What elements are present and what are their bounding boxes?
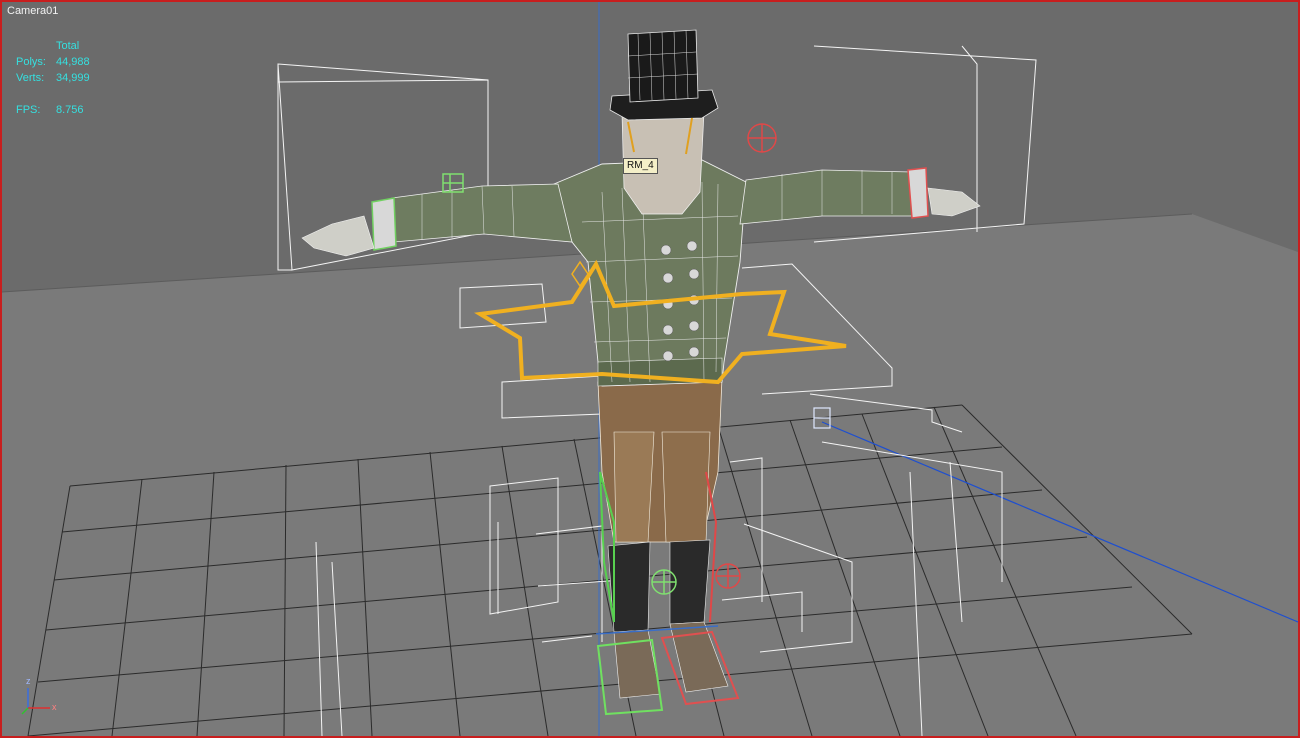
axis-z-label: z [26,676,31,686]
hand-control-right [747,123,777,153]
fps-row: FPS: 8.756 [16,102,90,118]
camera01-viewport[interactable]: Camera01 Total Polys: 44,988 Verts: 34,9… [0,0,1300,738]
fps-label: FPS: [16,104,41,116]
polys-value: 44,988 [56,56,90,68]
verts-row: Verts: 34,999 [16,70,90,86]
verts-label: Verts: [16,72,45,84]
knee-control-right [715,563,741,589]
fps-value: 8.756 [56,104,84,116]
statistics-overlay: Total Polys: 44,988 Verts: 34,999 FPS: 8… [16,38,90,118]
stats-spacer [16,86,90,102]
selected-bone-tooltip: RM_4 [623,158,658,174]
polys-label: Polys: [16,56,46,68]
viewport-scene[interactable] [2,2,1298,736]
knee-control-left [651,569,677,595]
polys-row: Polys: 44,988 [16,54,90,70]
axis-x-label: x [52,702,57,712]
axis-gizmo: z x [18,674,62,718]
stats-header: Total [56,40,80,52]
viewport-label[interactable]: Camera01 [7,5,58,17]
verts-value: 34,999 [56,72,90,84]
